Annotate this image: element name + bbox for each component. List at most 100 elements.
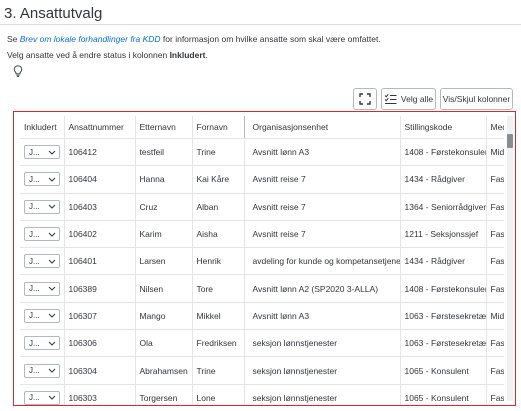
cell-first-name: Trine	[191, 138, 244, 167]
cell-org-unit: seksjon lønnstjenester	[243, 356, 400, 385]
included-value: J...	[29, 311, 40, 321]
title-divider	[0, 24, 521, 25]
chevron-down-icon	[48, 204, 56, 209]
header-last-name[interactable]: Etternavn	[134, 116, 192, 139]
included-select[interactable]: J...	[24, 172, 60, 187]
included-value: J...	[29, 147, 40, 157]
cell-last-name: Mango	[134, 302, 192, 331]
chevron-down-icon	[48, 314, 56, 319]
cell-last-name: Karim	[134, 220, 192, 249]
select-all-icon	[384, 93, 397, 104]
cell-employee-number: 106412	[63, 138, 135, 167]
chevron-down-icon	[48, 341, 56, 346]
cell-last-name: Ola	[134, 329, 192, 358]
included-value: J...	[29, 174, 40, 184]
cell-employee-number: 106303	[63, 384, 135, 405]
instruction-suffix: .	[205, 50, 208, 60]
chevron-down-icon	[48, 395, 56, 401]
cell-org-unit: Avsnitt lønn A3	[243, 138, 400, 167]
table-row: J... 106412 testfeil Trine Avsnitt lønn …	[20, 138, 504, 167]
scrollbar-thumb[interactable]	[507, 134, 513, 148]
instruction-bold: Inkludert	[169, 50, 206, 60]
cell-org-unit: Avsnitt reise 7	[243, 165, 400, 194]
included-select[interactable]: J...	[24, 227, 60, 242]
cell-first-name: Lone	[191, 384, 244, 405]
table-scrollbar[interactable]	[507, 116, 513, 401]
cell-position-code: 1063 - Førstesekretær	[399, 329, 486, 358]
cell-first-name: Alban	[191, 193, 244, 221]
included-value: J...	[29, 338, 40, 348]
cell-position-code: 1065 - Konsulent	[399, 384, 486, 405]
cell-first-name: Trine	[191, 356, 244, 385]
cell-employee-number: 106306	[63, 329, 135, 358]
cell-employee-number: 106389	[63, 274, 135, 303]
cell-last-name: Hanna	[134, 165, 192, 194]
chevron-down-icon	[48, 177, 56, 182]
cell-last-name: testfeil	[134, 138, 192, 167]
cell-first-name: Henrik	[191, 247, 244, 276]
kdd-letter-link[interactable]: Brev om lokale forhandlinger fra KDD	[20, 34, 161, 44]
table-row: J... 106306 Ola Fredriksen seksjon lønns…	[20, 329, 504, 358]
table-row: J... 106307 Mango Mikkel Avsnitt lønn A3…	[20, 302, 504, 331]
table-row: J... 106401 Larsen Henrik avdeling for k…	[20, 247, 504, 276]
header-extra[interactable]: Meda	[485, 116, 504, 139]
included-select[interactable]: J...	[24, 363, 60, 378]
cell-last-name: Torgersen	[134, 384, 192, 405]
show-hide-label: Vis/Skjul kolonner	[442, 94, 511, 104]
cell-extra: Fast a	[485, 384, 504, 405]
included-value: J...	[29, 393, 40, 403]
header-first-name[interactable]: Fornavn	[191, 116, 244, 139]
cell-employee-number: 106402	[63, 220, 135, 249]
header-employee-number[interactable]: Ansattnummer	[63, 116, 135, 139]
show-hide-columns-button[interactable]: Vis/Skjul kolonner	[440, 88, 513, 110]
cell-position-code: 1434 - Rådgiver	[399, 165, 486, 194]
included-value: J...	[29, 229, 40, 239]
cell-extra: Fast a	[485, 193, 504, 221]
cell-org-unit: seksjon lønnstjenester	[243, 384, 400, 405]
lightbulb-icon[interactable]	[13, 65, 23, 77]
cell-extra: Midle	[485, 302, 504, 331]
table-row: J... 106403 Cruz Alban Avsnitt reise 7 1…	[20, 193, 504, 221]
instruction-text: Velg ansatte ved å endre status i kolonn…	[7, 50, 208, 60]
cell-extra: Fast a	[485, 165, 504, 194]
cell-position-code: 1434 - Rådgiver	[399, 247, 486, 276]
cell-position-code: 1364 - Seniorrådgiver	[399, 193, 486, 221]
included-select[interactable]: J...	[24, 308, 60, 323]
included-select[interactable]: J...	[24, 254, 60, 269]
header-included[interactable]: Inkludert	[20, 116, 64, 139]
included-value: J...	[29, 202, 40, 212]
header-position-code[interactable]: Stillingskode	[399, 116, 486, 139]
cell-last-name: Abrahamsen	[134, 356, 192, 385]
intro-prefix: Se	[7, 34, 20, 44]
cell-position-code: 1211 - Seksjonssjef	[399, 220, 486, 249]
table-row: J... 106303 Torgersen Lone seksjon lønns…	[20, 384, 504, 405]
included-value: J...	[29, 284, 40, 294]
cell-org-unit: Avsnitt lønn A2 (SP2020 3-ALLA)	[243, 274, 400, 303]
cell-first-name: Mikkel	[191, 302, 244, 331]
included-select[interactable]: J...	[24, 390, 60, 405]
cell-last-name: Cruz	[134, 193, 192, 221]
included-select[interactable]: J...	[24, 281, 60, 296]
included-select[interactable]: J...	[24, 199, 60, 214]
intro-text: Se Brev om lokale forhandlinger fra KDD …	[7, 34, 381, 44]
cell-extra: Fast a	[485, 220, 504, 249]
cell-first-name: Aisha	[191, 220, 244, 249]
cell-extra: Fast a	[485, 274, 504, 303]
cell-org-unit: Avsnitt reise 7	[243, 220, 400, 249]
header-org-unit[interactable]: Organisasjonsenhet	[243, 116, 400, 139]
fullscreen-button[interactable]	[353, 88, 377, 110]
included-select[interactable]: J...	[24, 145, 60, 160]
table-row: J... 106402 Karim Aisha Avsnitt reise 7 …	[20, 220, 504, 249]
cell-extra: Midle	[485, 138, 504, 167]
cell-employee-number: 106307	[63, 302, 135, 331]
select-all-button[interactable]: Velg alle	[381, 88, 436, 110]
cell-position-code: 1408 - Førstekonsulent	[399, 274, 486, 303]
employee-table: Inkludert Ansattnummer Etternavn Fornavn…	[20, 116, 504, 405]
cell-org-unit: Avsnitt lønn A3	[243, 302, 400, 331]
included-value: J...	[29, 366, 40, 376]
table-header-row: Inkludert Ansattnummer Etternavn Fornavn…	[20, 116, 504, 139]
cell-employee-number: 106404	[63, 165, 135, 194]
included-select[interactable]: J...	[24, 336, 60, 351]
instruction-prefix: Velg ansatte ved å endre status i kolonn…	[7, 50, 170, 60]
cell-org-unit: Avsnitt reise 7	[243, 193, 400, 221]
